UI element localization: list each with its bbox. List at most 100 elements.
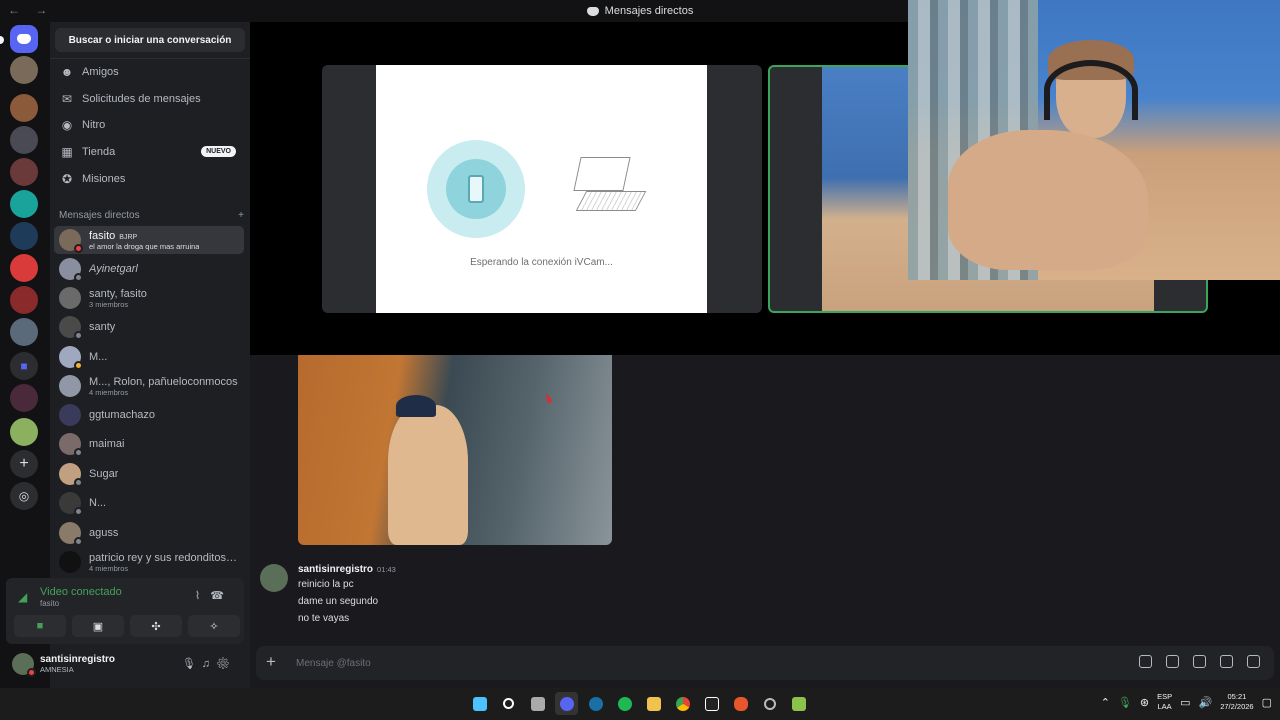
add-dm-icon[interactable]: + xyxy=(238,210,244,221)
message-author[interactable]: santisinregistro 01:43 xyxy=(298,564,396,575)
taskbar-recorder[interactable] xyxy=(729,692,752,715)
message-composer: + xyxy=(256,646,1274,680)
server-icon-1[interactable] xyxy=(10,56,38,84)
discover-icon[interactable]: ◎ xyxy=(10,482,38,510)
avatar xyxy=(59,258,83,282)
gear-icon[interactable]: ⚙ xyxy=(216,658,236,670)
avatar[interactable] xyxy=(12,653,36,677)
clock[interactable]: 05:21 27/2/2026 xyxy=(1220,692,1253,712)
microphone-icon[interactable]: 🎙 xyxy=(182,658,202,670)
noise-suppression-icon[interactable]: ⌇ xyxy=(195,590,210,602)
volume-icon[interactable]: 🔊 xyxy=(1199,696,1213,709)
add-attachment-icon[interactable]: + xyxy=(266,652,276,672)
dm-item[interactable]: maimai xyxy=(54,430,244,458)
steam-icon xyxy=(588,696,603,711)
emoji-icon[interactable] xyxy=(1220,655,1233,668)
start-button[interactable] xyxy=(468,692,491,715)
server-icon-5[interactable] xyxy=(10,190,38,218)
dm-item[interactable]: santy xyxy=(54,313,244,341)
dm-item[interactable]: Ayinetgarl xyxy=(54,255,244,283)
add-server-icon[interactable]: + xyxy=(10,450,38,478)
activities-button[interactable]: ✣ xyxy=(130,615,182,637)
chevron-up-icon[interactable]: ⌃ xyxy=(1101,696,1110,709)
selected-pill xyxy=(0,36,4,44)
username[interactable]: santisinregistro xyxy=(40,654,115,665)
taskbar-app-badge[interactable] xyxy=(758,692,781,715)
dm-item[interactable]: Sugar xyxy=(54,460,244,488)
taskbar-chrome[interactable] xyxy=(671,692,694,715)
server-icon-11[interactable] xyxy=(10,418,38,446)
chrome-icon xyxy=(675,696,690,711)
gif-icon[interactable] xyxy=(1166,655,1179,668)
gift-icon[interactable] xyxy=(1139,655,1152,668)
server-icon-3[interactable] xyxy=(10,126,38,154)
dm-name: patricio rey y sus redonditos d... xyxy=(89,551,239,564)
app-tray-icon[interactable]: ⊛ xyxy=(1140,696,1149,709)
taskbar-steam[interactable] xyxy=(584,692,607,715)
taskbar-android-app[interactable] xyxy=(787,692,810,715)
search-button[interactable] xyxy=(497,692,520,715)
dm-item[interactable]: patricio rey y sus redonditos d... 4 miem… xyxy=(54,548,244,576)
nav-message-requests[interactable]: ✉ Solicitudes de mensajes xyxy=(56,87,246,111)
status-dot xyxy=(74,448,83,457)
dm-members: 4 miembros xyxy=(89,387,129,397)
server-icon-4[interactable] xyxy=(10,158,38,186)
soundboard-button[interactable]: ✧ xyxy=(188,615,240,637)
video-tile-ivcam[interactable]: Esperando la conexión iVCam... xyxy=(322,65,762,313)
screen-share-button[interactable]: ▣ xyxy=(72,615,124,637)
image-attachment[interactable] xyxy=(298,355,612,545)
avatar xyxy=(59,346,83,370)
disconnect-icon[interactable]: ☎ xyxy=(210,590,234,602)
headphones-icon[interactable]: ♫ xyxy=(202,658,216,670)
avatar xyxy=(59,404,81,426)
voice-channel[interactable]: fasito xyxy=(40,599,59,608)
server-icon-8[interactable] xyxy=(10,286,38,314)
notification-icon[interactable]: ▢ xyxy=(1262,696,1272,709)
apps-icon[interactable] xyxy=(1247,655,1260,668)
dm-item[interactable]: M... xyxy=(54,343,244,371)
message-line: dame un segundo xyxy=(298,596,379,607)
server-icon-9[interactable] xyxy=(10,318,38,346)
camera-button[interactable]: ■ xyxy=(14,615,66,637)
envelope-icon: ✉ xyxy=(61,92,73,106)
dm-item[interactable]: santy, fasito 3 miembros xyxy=(54,284,244,312)
chat-area: santisinregistro 01:43 reinicio la pc dam… xyxy=(250,355,1280,688)
guild-tag: BJRP xyxy=(119,233,138,241)
server-icon-6[interactable] xyxy=(10,222,38,250)
nav-friends-label: Amigos xyxy=(82,66,119,78)
folder-icon[interactable]: ■ xyxy=(10,352,38,380)
microphone-icon[interactable]: 🎙 xyxy=(1118,696,1132,709)
dm-item-fasito[interactable]: fasito BJRP el amor la droga que mas arrui… xyxy=(54,226,244,254)
taskbar-audio-app[interactable] xyxy=(700,692,723,715)
server-icon-7[interactable] xyxy=(10,254,38,282)
message-input[interactable] xyxy=(296,654,996,672)
nav-shop[interactable]: ▦ Tienda NUEVO xyxy=(56,140,246,164)
dm-name: M..., Rolon, pañueloconmocos xyxy=(89,375,238,388)
home-discord-icon[interactable] xyxy=(10,25,38,53)
nav-quests[interactable]: ✪ Misiones xyxy=(56,167,246,191)
dm-item[interactable]: ggtumachazo xyxy=(54,401,244,429)
nav-friends[interactable]: ☻ Amigos xyxy=(56,60,246,84)
taskbar-explorer[interactable] xyxy=(642,692,665,715)
user-custom-status: AMNESIA xyxy=(40,665,74,674)
taskbar-discord[interactable] xyxy=(555,692,578,715)
language-indicator[interactable]: ESP LAA xyxy=(1157,692,1172,712)
voice-status[interactable]: Video conectado xyxy=(40,586,122,598)
network-icon[interactable]: ▭ xyxy=(1180,696,1190,709)
status-dot xyxy=(74,537,83,546)
server-icon-10[interactable] xyxy=(10,384,38,412)
dm-item[interactable]: N... xyxy=(54,489,244,517)
taskbar-spotify[interactable] xyxy=(613,692,636,715)
history-nav[interactable]: ← → xyxy=(8,3,53,17)
search-button[interactable]: Buscar o iniciar una conversación xyxy=(55,28,245,52)
hand-image xyxy=(948,130,1148,270)
task-view-button[interactable] xyxy=(526,692,549,715)
dm-members: 4 miembros xyxy=(89,563,129,573)
android-icon xyxy=(791,696,806,711)
message-avatar[interactable] xyxy=(260,564,288,592)
dm-item[interactable]: aguss xyxy=(54,519,244,547)
sticker-icon[interactable] xyxy=(1193,655,1206,668)
nav-nitro[interactable]: ◉ Nitro xyxy=(56,113,246,137)
dm-item[interactable]: M..., Rolon, pañueloconmocos 4 miembros xyxy=(54,372,244,400)
server-icon-2[interactable] xyxy=(10,94,38,122)
